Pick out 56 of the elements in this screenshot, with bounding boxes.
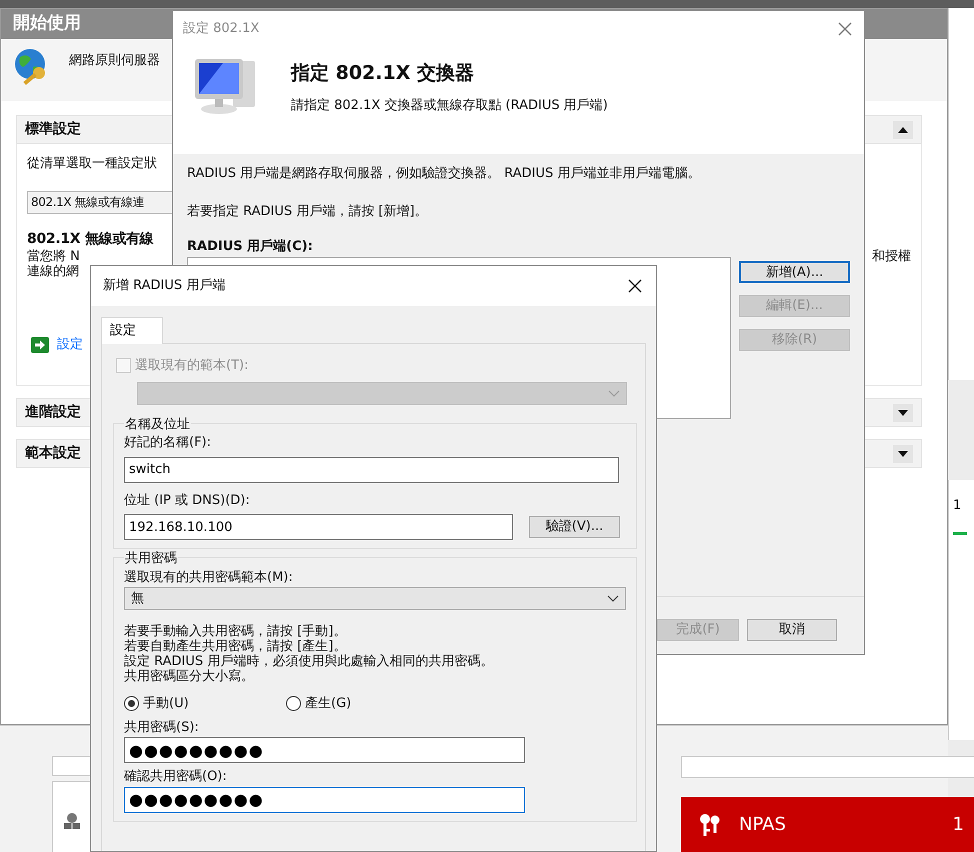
server-name: 網路原則伺服器	[69, 52, 160, 70]
verify-button[interactable]: 驗證(V)...	[529, 516, 620, 538]
address-field[interactable]: 192.168.10.100	[124, 514, 513, 540]
window-title: 開始使用	[13, 13, 81, 33]
group-label: 共用密碼	[124, 551, 178, 567]
description-text: 當您將 N	[27, 249, 80, 264]
server-icon	[63, 812, 81, 830]
description-text: 連線的網	[27, 264, 79, 279]
help-text: 設定 RADIUS 用戶端時，必須使用與此處輸入相同的共用密碼。	[124, 654, 494, 669]
action-button[interactable]: 新增(A)...	[739, 260, 850, 282]
checkbox-label: 選取現有的範本(T):	[135, 357, 248, 375]
count-label: 1	[952, 813, 964, 837]
window-title: 新增 RADIUS 用戶端	[103, 277, 226, 296]
section-title: 進階設定	[25, 402, 81, 422]
description-text: 和授權	[872, 249, 911, 264]
footer-button[interactable]: 取消	[747, 619, 837, 641]
secret-field[interactable]: ●●●●●●●●●	[124, 737, 525, 763]
name-field[interactable]: switch	[124, 456, 619, 482]
dialog-heading: 指定 802.1X 交換器	[291, 61, 475, 86]
caret-down-icon	[898, 450, 908, 456]
help-text: 若要手動輸入共用密碼，請按 [手動]。	[124, 624, 348, 639]
caret-up-icon	[898, 126, 908, 132]
window-title: 設定 802.1X	[183, 20, 260, 38]
collapse-button[interactable]	[893, 444, 913, 462]
radio-option[interactable]: 手動(U)	[124, 694, 286, 714]
scenario-heading: 802.1X 無線或有線	[27, 230, 154, 249]
chevron-icon	[608, 390, 620, 396]
section-title: 標準設定	[25, 120, 81, 139]
description-text: 若要指定 RADIUS 用戶端，請按 [新增]。	[187, 202, 429, 220]
field-label: 好記的名稱(F):	[124, 434, 212, 452]
tile-title: NPAS	[739, 813, 786, 837]
instruction-text: 從清單選取一種設定狀	[27, 156, 158, 171]
chevron-icon	[607, 595, 619, 602]
count-label: 1	[953, 497, 962, 515]
field-label: 選取現有的共用密碼範本(M):	[124, 568, 294, 586]
help-text: 共用密碼區分大小寫。	[124, 669, 255, 684]
description-text: RADIUS 用戶端是網路存取伺服器，例如驗證交換器。 RADIUS 用戶端並非用戶端電腦。	[187, 165, 702, 183]
help-text: 若要自動產生共用密碼，請按 [產生]。	[124, 639, 348, 654]
radio-option[interactable]: 產生(G)	[286, 694, 448, 714]
collapse-button[interactable]	[893, 120, 913, 138]
caret-down-icon	[898, 410, 908, 416]
secret-template-dropdown[interactable]: 無	[124, 587, 626, 610]
list-label: RADIUS 用戶端(C):	[187, 238, 314, 256]
tab[interactable]: 設定	[101, 317, 163, 344]
scenario-dropdown[interactable]: 802.1X 無線或有線連	[27, 191, 173, 214]
close-button[interactable]	[626, 277, 644, 295]
confirm-secret-field[interactable]: ●●●●●●●●●	[124, 786, 525, 812]
group-label: 名稱及位址	[124, 416, 191, 432]
settings-link[interactable]: 設定	[57, 335, 83, 354]
collapse-button[interactable]	[893, 404, 913, 422]
field-label: 確認共用密碼(O):	[124, 768, 228, 786]
section-title: 範本設定	[25, 444, 81, 463]
field-label: 共用密碼(S):	[124, 718, 200, 736]
field-label: 位址 (IP 或 DNS)(D):	[124, 492, 251, 510]
dialog-subheading: 請指定 802.1X 交換器或無線存取點 (RADIUS 用戶端)	[291, 96, 608, 114]
tile-background	[52, 756, 92, 776]
